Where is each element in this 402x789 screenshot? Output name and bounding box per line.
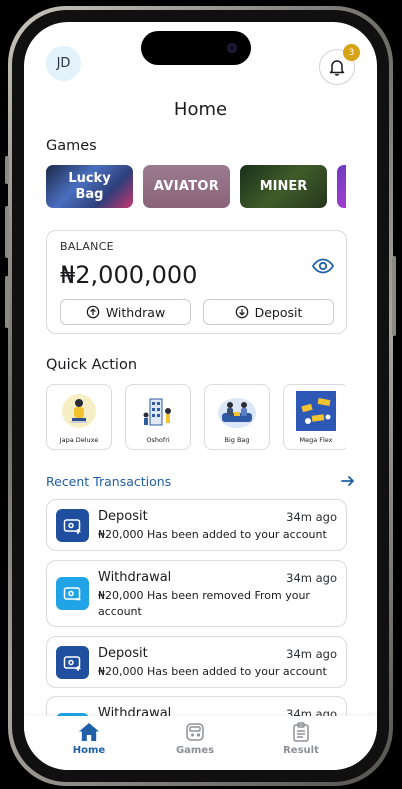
avatar[interactable]: JD — [46, 46, 81, 81]
clipboard-icon — [293, 722, 309, 742]
withdrawal-icon — [56, 577, 89, 610]
recent-transactions-title[interactable]: Recent Transactions — [46, 474, 171, 489]
deposit-icon — [56, 646, 89, 679]
game-label: MINER — [259, 178, 308, 194]
game-card-lucky-bag[interactable]: Lucky Bag — [46, 165, 133, 208]
deposit-button[interactable]: Deposit — [203, 299, 334, 325]
big-bag-illustration — [218, 398, 256, 428]
tab-home[interactable]: Home — [49, 722, 129, 756]
transaction-type: Deposit — [98, 509, 148, 524]
games-section-title: Games — [46, 138, 97, 154]
transaction-time: 34m ago — [286, 647, 337, 661]
home-icon — [79, 723, 99, 741]
mega-flex-illustration — [296, 391, 336, 431]
withdraw-button[interactable]: Withdraw — [60, 299, 191, 325]
phone-side-button — [5, 206, 9, 258]
quick-action-japa-deluxe[interactable]: Japa Deluxe — [46, 384, 112, 450]
transaction-description: ₦20,000 Has been removed From your accou… — [98, 589, 310, 618]
balance-label: BALANCE — [60, 240, 114, 253]
deposit-icon — [56, 509, 89, 542]
phone-side-button — [5, 276, 9, 328]
game-card-miner[interactable]: MINER — [240, 165, 327, 208]
quick-action-label: Oshofri — [146, 436, 170, 444]
dynamic-island — [141, 31, 251, 65]
quick-action-big-bag[interactable]: Big Bag — [204, 384, 270, 450]
transaction-type: Deposit — [98, 646, 148, 661]
camera-icon — [227, 43, 237, 53]
quick-action-title: Quick Action — [46, 357, 138, 373]
quick-action-row: Japa Deluxe Oshofri Big Bag Mega Flex — [46, 384, 346, 450]
games-carousel[interactable]: Lucky Bag AVIATOR MINER — [46, 165, 346, 209]
japa-deluxe-illustration — [62, 394, 96, 428]
transaction-description: ₦20,000 Has been added to your account — [98, 528, 327, 541]
transaction-time: 34m ago — [286, 571, 337, 585]
quick-action-oshofri[interactable]: Oshofri — [125, 384, 191, 450]
quick-action-label: Mega Flex — [299, 436, 333, 444]
game-label: Lucky Bag — [68, 170, 111, 202]
phone-bezel: JD 3 Home Games Lucky Bag AVIATOR MINER — [12, 10, 389, 782]
quick-action-label: Japa Deluxe — [59, 436, 99, 444]
withdraw-label: Withdraw — [105, 304, 166, 320]
balance-card: BALANCE ₦2,000,000 Withdraw Deposit — [46, 230, 347, 334]
quick-action-mega-flex[interactable]: Mega Flex — [283, 384, 346, 450]
eye-icon[interactable] — [311, 254, 335, 278]
arrow-right-icon[interactable] — [340, 473, 356, 489]
phone-side-button — [5, 156, 9, 184]
arrow-down-circle-icon — [235, 305, 248, 319]
tab-games[interactable]: Games — [155, 722, 235, 756]
game-card-aviator[interactable]: AVIATOR — [143, 165, 230, 208]
deposit-label: Deposit — [254, 304, 303, 320]
transaction-item[interactable]: Withdrawal 34m ago ₦20,000 Has been remo… — [46, 560, 347, 627]
notification-button[interactable]: 3 — [319, 44, 360, 85]
quick-action-label: Big Bag — [224, 436, 250, 444]
transaction-time: 34m ago — [286, 510, 337, 524]
notification-count: 3 — [348, 47, 355, 58]
bell-icon — [329, 60, 345, 76]
tab-label: Games — [175, 745, 215, 756]
gamepad-icon — [186, 723, 204, 741]
transaction-description: ₦20,000 Has been added to your account — [98, 665, 327, 678]
bottom-tab-bar: Home Games Result — [24, 716, 377, 770]
tab-result[interactable]: Result — [261, 722, 341, 756]
tab-label: Home — [72, 745, 106, 756]
transaction-item[interactable]: Deposit 34m ago ₦20,000 Has been added t… — [46, 499, 347, 551]
app-screen: JD 3 Home Games Lucky Bag AVIATOR MINER — [24, 22, 377, 770]
phone-side-button — [392, 256, 396, 336]
tab-label: Result — [283, 745, 319, 756]
oshofri-illustration — [143, 398, 171, 426]
balance-amount: ₦2,000,000 — [60, 261, 198, 289]
page-title: Home — [173, 99, 228, 120]
arrow-up-circle-icon — [86, 305, 100, 319]
game-label: AVIATOR — [153, 178, 220, 194]
avatar-initials: JD — [56, 56, 71, 71]
notification-badge: 3 — [343, 44, 360, 61]
transaction-type: Withdrawal — [98, 570, 172, 585]
transaction-item[interactable]: Deposit 34m ago ₦20,000 Has been added t… — [46, 636, 347, 688]
game-card-more[interactable] — [337, 165, 346, 208]
phone-frame: JD 3 Home Games Lucky Bag AVIATOR MINER — [5, 6, 396, 786]
